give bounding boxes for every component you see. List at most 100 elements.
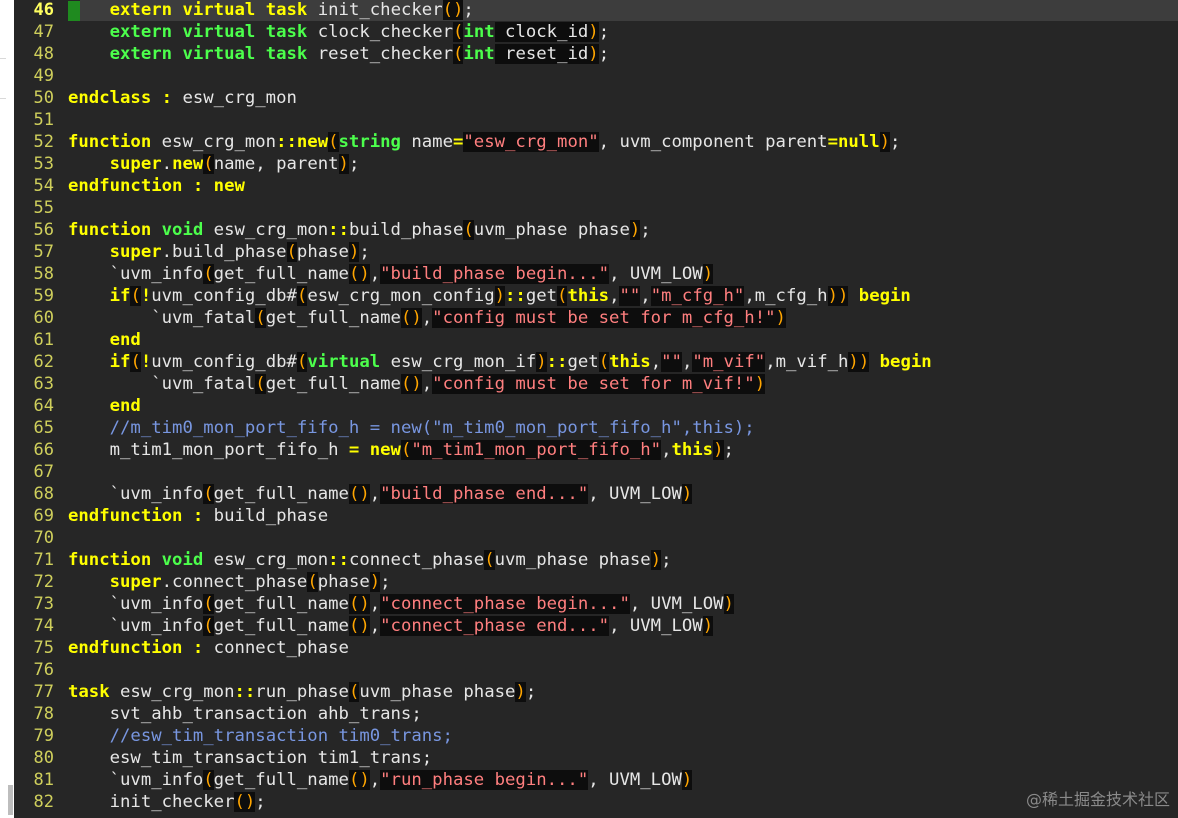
code-line[interactable]: 72 super.connect_phase(phase);: [14, 571, 1178, 593]
code-line[interactable]: 71 function void esw_crg_mon::connect_pha…: [14, 549, 1178, 571]
code-token: reset_id: [494, 44, 589, 64]
code-token: svt_ahb_transaction ahb_trans;: [68, 704, 422, 724]
code-line[interactable]: 74 `uvm_info(get_full_name(),"connect_ph…: [14, 615, 1178, 637]
code-line[interactable]: 66 m_tim1_mon_port_fifo_h = new("m_tim1_…: [14, 439, 1178, 461]
code-line[interactable]: 48 extern virtual task reset_checker(int…: [14, 43, 1178, 65]
code-token: (: [255, 374, 266, 394]
code-token: ;: [723, 440, 734, 460]
code-token: "connect_phase end...": [380, 616, 610, 636]
code-token: (): [348, 594, 370, 614]
code-token: //m_tim0_mon_port_fifo_h = new("m_tim0_m…: [109, 418, 755, 438]
code-token: get: [525, 286, 558, 306]
code-token: task: [265, 22, 308, 42]
line-number: 54: [33, 176, 54, 196]
line-number: 51: [33, 110, 54, 130]
code-line[interactable]: 49: [14, 65, 1178, 87]
code-line[interactable]: 60 `uvm_fatal(get_full_name(),"config mu…: [14, 307, 1178, 329]
code-token: function: [68, 220, 152, 240]
code-token: new: [172, 154, 204, 174]
code-token: void: [161, 220, 204, 240]
code-token: this: [609, 352, 651, 372]
code-text: end: [68, 395, 141, 417]
code-line[interactable]: 80 esw_tim_transaction tim1_trans;: [14, 747, 1178, 769]
code-line[interactable]: 73 `uvm_info(get_full_name(),"connect_ph…: [14, 593, 1178, 615]
code-token: extern: [109, 44, 173, 64]
code-token: (: [328, 132, 339, 152]
code-editor[interactable]: 46 extern virtual task init_checker(); 47…: [14, 0, 1178, 818]
code-line[interactable]: 65 //m_tim0_mon_port_fifo_h = new("m_tim…: [14, 417, 1178, 439]
line-number: 74: [33, 616, 54, 636]
code-line[interactable]: 47 extern virtual task clock_checker(int…: [14, 21, 1178, 43]
line-number: 66: [33, 440, 54, 460]
code-text: endfunction : connect_phase: [68, 637, 349, 659]
code-token: :: [192, 176, 204, 196]
code-line[interactable]: 67: [14, 461, 1178, 483]
code-token: task: [68, 682, 110, 702]
code-line[interactable]: 69 endfunction : build_phase: [14, 505, 1178, 527]
code-text: end: [68, 329, 141, 351]
code-line[interactable]: 53 super.new(name, parent);: [14, 153, 1178, 175]
line-number: 47: [33, 22, 54, 42]
code-line[interactable]: 64 end: [14, 395, 1178, 417]
code-token: ;: [890, 132, 901, 152]
code-token: build_phase: [203, 506, 329, 526]
code-token: ,: [369, 616, 381, 636]
line-number: 71: [33, 550, 54, 570]
code-line[interactable]: 78 svt_ahb_transaction ahb_trans;: [14, 703, 1178, 725]
code-token: endfunction: [68, 638, 183, 658]
code-token: clock_id: [494, 22, 589, 42]
code-token: ,: [609, 286, 620, 306]
code-text: init_checker();: [68, 791, 266, 813]
code-token: (): [348, 770, 370, 790]
code-line[interactable]: 46 extern virtual task init_checker();: [14, 0, 1178, 21]
scrollbar-thumb[interactable]: [8, 785, 13, 815]
code-token: begin: [858, 286, 911, 306]
code-token: !: [140, 286, 152, 306]
code-token: uvm_config_db#: [151, 286, 297, 306]
code-token: begin: [879, 352, 932, 372]
code-line[interactable]: 81 `uvm_info(get_full_name(),"run_phase …: [14, 769, 1178, 791]
code-line[interactable]: 62 if(!uvm_config_db#(virtual esw_crg_mo…: [14, 351, 1178, 373]
code-token: .build_phase: [161, 242, 287, 262]
code-line[interactable]: 50 endclass : esw_crg_mon: [14, 87, 1178, 109]
code-text: //m_tim0_mon_port_fifo_h = new("m_tim0_m…: [68, 417, 755, 439]
code-token: esw_crg_mon: [172, 88, 297, 108]
code-line[interactable]: 59 if(!uvm_config_db#(esw_crg_mon_config…: [14, 285, 1178, 307]
code-token: run_phase: [255, 682, 349, 702]
code-token: function: [68, 550, 152, 570]
code-line[interactable]: 55: [14, 197, 1178, 219]
code-token: "config must be set for m_cfg_h!": [432, 308, 776, 328]
code-line[interactable]: 77 task esw_crg_mon::run_phase(uvm_phase …: [14, 681, 1178, 703]
code-token: get_full_name: [213, 484, 349, 504]
code-line[interactable]: 70: [14, 527, 1178, 549]
code-token: ;: [380, 572, 391, 592]
code-line[interactable]: 76: [14, 659, 1178, 681]
code-text: if(!uvm_config_db#(virtual esw_crg_mon_i…: [68, 351, 932, 373]
code-line[interactable]: 61 end: [14, 329, 1178, 351]
code-token: endclass: [68, 88, 152, 108]
code-token: (: [484, 550, 495, 570]
code-line[interactable]: 82 init_checker();: [14, 791, 1178, 813]
code-line[interactable]: 58 `uvm_info(get_full_name(),"build_phas…: [14, 263, 1178, 285]
code-token: `uvm_info: [68, 264, 204, 284]
code-token: ): [713, 440, 724, 460]
code-token: (): [348, 264, 370, 284]
code-token: (: [400, 440, 412, 460]
code-line[interactable]: 52 function esw_crg_mon::new(string name=…: [14, 131, 1178, 153]
code-line[interactable]: 56 function void esw_crg_mon::build_phase…: [14, 219, 1178, 241]
code-token: ,: [640, 286, 651, 306]
code-token: ,: [369, 264, 381, 284]
code-line[interactable]: 68 `uvm_info(get_full_name(),"build_phas…: [14, 483, 1178, 505]
code-line[interactable]: 75 endfunction : connect_phase: [14, 637, 1178, 659]
code-line[interactable]: 54 endfunction : new: [14, 175, 1178, 197]
code-line[interactable]: 63 `uvm_fatal(get_full_name(),"config mu…: [14, 373, 1178, 395]
code-token: phase: [317, 572, 370, 592]
code-line[interactable]: 51: [14, 109, 1178, 131]
code-line[interactable]: 57 super.build_phase(phase);: [14, 241, 1178, 263]
code-token: virtual: [182, 22, 256, 42]
code-line[interactable]: 79 //esw_tim_transaction tim0_trans;: [14, 725, 1178, 747]
